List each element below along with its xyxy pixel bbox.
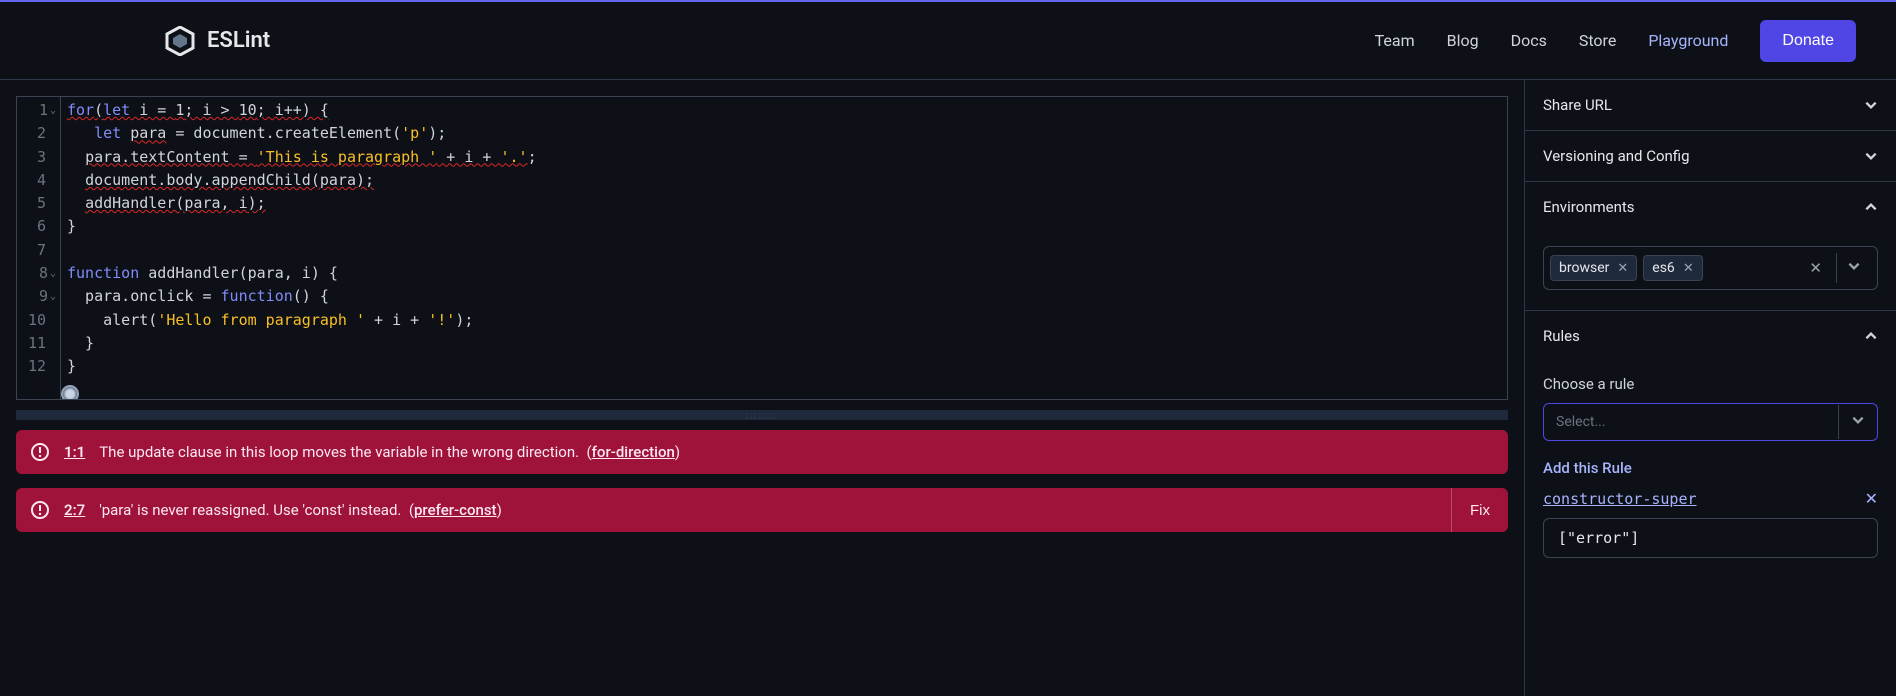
- line-number: 5: [17, 192, 56, 215]
- code-content[interactable]: for(let i = 1; i > 10; i++) { let para =…: [61, 97, 543, 399]
- rule-select[interactable]: Select...: [1543, 403, 1878, 441]
- line-number: 10: [17, 309, 56, 332]
- rule-config-input[interactable]: ["error"]: [1543, 518, 1878, 558]
- fix-button[interactable]: Fix: [1451, 488, 1508, 532]
- code-line[interactable]: }: [67, 215, 537, 238]
- select-placeholder: Select...: [1544, 414, 1838, 430]
- line-number: 9⌄: [17, 285, 56, 308]
- chevron-up-icon: [1864, 200, 1878, 214]
- nav-blog[interactable]: Blog: [1447, 31, 1479, 50]
- panel-title: Share URL: [1543, 96, 1612, 114]
- pane-splitter[interactable]: ::::::::: [16, 410, 1508, 420]
- panel-share-url[interactable]: Share URL: [1525, 80, 1896, 131]
- nav-store[interactable]: Store: [1579, 31, 1616, 50]
- error-message: 'para' is never reassigned. Use 'const' …: [99, 501, 1437, 519]
- panel-versioning[interactable]: Versioning and Config: [1525, 131, 1896, 182]
- line-number: 12: [17, 355, 56, 378]
- panel-title: Environments: [1543, 198, 1635, 216]
- error-message: The update clause in this loop moves the…: [99, 443, 1494, 461]
- env-tag-es6: es6 ✕: [1643, 255, 1702, 281]
- lint-error: 2:7 'para' is never reassigned. Use 'con…: [16, 488, 1508, 532]
- line-number: 7: [17, 239, 56, 262]
- chevron-down-icon: [1864, 149, 1878, 163]
- chevron-down-icon: [1847, 259, 1861, 273]
- dropdown-toggle[interactable]: [1836, 253, 1871, 283]
- panel-title: Rules: [1543, 327, 1580, 345]
- line-number: 6: [17, 215, 56, 238]
- donate-button[interactable]: Donate: [1760, 20, 1856, 62]
- remove-tag-icon[interactable]: ✕: [1617, 261, 1628, 276]
- eslint-logo-icon: [165, 26, 195, 56]
- panel-environments[interactable]: Environments: [1525, 182, 1896, 232]
- dropdown-toggle[interactable]: [1838, 405, 1877, 439]
- cursor-indicator: [61, 385, 79, 400]
- chevron-down-icon: [1851, 413, 1865, 427]
- code-line[interactable]: function addHandler(para, i) {: [67, 262, 537, 285]
- brand-name: ESLint: [207, 28, 270, 53]
- code-line[interactable]: }: [67, 355, 537, 378]
- lint-errors-list: 1:1 The update clause in this loop moves…: [16, 430, 1508, 532]
- error-location[interactable]: 2:7: [64, 501, 85, 519]
- panel-rules[interactable]: Rules: [1525, 311, 1896, 361]
- env-tag-browser: browser ✕: [1550, 255, 1637, 281]
- remove-rule-icon[interactable]: ✕: [1865, 489, 1878, 508]
- code-line[interactable]: document.body.appendChild(para);: [67, 169, 537, 192]
- code-line[interactable]: para.textContent = 'This is paragraph ' …: [67, 146, 537, 169]
- panel-title: Versioning and Config: [1543, 147, 1690, 165]
- nav-docs[interactable]: Docs: [1511, 31, 1547, 50]
- nav-team[interactable]: Team: [1375, 31, 1415, 50]
- error-rule-link[interactable]: prefer-const: [414, 501, 497, 519]
- code-line[interactable]: para.onclick = function() {: [67, 285, 537, 308]
- code-line[interactable]: }: [67, 332, 537, 355]
- add-rule-heading: Add this Rule: [1543, 459, 1878, 477]
- code-line[interactable]: for(let i = 1; i > 10; i++) {: [67, 99, 537, 122]
- line-number: 8⌄: [17, 262, 56, 285]
- error-location[interactable]: 1:1: [64, 443, 85, 461]
- choose-rule-label: Choose a rule: [1543, 375, 1878, 393]
- main-nav: Team Blog Docs Store Playground Donate: [1375, 20, 1856, 62]
- config-sidebar: Share URL Versioning and Config Environm…: [1524, 80, 1896, 696]
- environments-select[interactable]: browser ✕ es6 ✕ ✕: [1543, 246, 1878, 290]
- line-number: 2: [17, 122, 56, 145]
- rule-link[interactable]: constructor-super: [1543, 490, 1697, 508]
- clear-all-icon[interactable]: ✕: [1801, 259, 1830, 277]
- brand[interactable]: ESLint: [165, 26, 270, 56]
- code-editor[interactable]: 1⌄2345678⌄9⌄101112 for(let i = 1; i > 10…: [16, 96, 1508, 400]
- remove-tag-icon[interactable]: ✕: [1683, 261, 1694, 276]
- code-line[interactable]: let para = document.createElement('p');: [67, 122, 537, 145]
- app-header: ESLint Team Blog Docs Store Playground D…: [0, 2, 1896, 80]
- line-number: 11: [17, 332, 56, 355]
- code-line[interactable]: [67, 239, 537, 262]
- chevron-down-icon: [1864, 98, 1878, 112]
- line-number: 4: [17, 169, 56, 192]
- line-gutter: 1⌄2345678⌄9⌄101112: [17, 97, 61, 399]
- environments-body: browser ✕ es6 ✕ ✕: [1525, 232, 1896, 311]
- line-number: 3: [17, 146, 56, 169]
- code-line[interactable]: addHandler(para, i);: [67, 192, 537, 215]
- error-icon: [30, 500, 50, 520]
- nav-playground[interactable]: Playground: [1648, 31, 1728, 50]
- code-line[interactable]: alert('Hello from paragraph ' + i + '!')…: [67, 309, 537, 332]
- rules-body: Choose a rule Select... Add this Rule co…: [1525, 361, 1896, 578]
- chevron-up-icon: [1864, 329, 1878, 343]
- lint-error: 1:1 The update clause in this loop moves…: [16, 430, 1508, 474]
- error-rule-link[interactable]: for-direction: [592, 443, 675, 461]
- line-number: 1⌄: [17, 99, 56, 122]
- error-icon: [30, 442, 50, 462]
